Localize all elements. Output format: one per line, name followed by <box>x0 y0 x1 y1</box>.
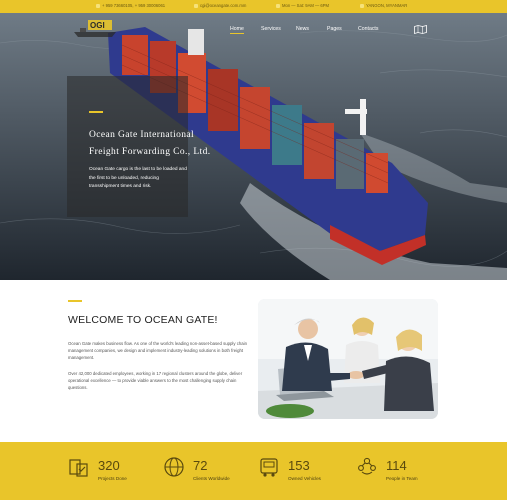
hero-accent-line <box>89 111 103 113</box>
nav-item-home[interactable]: Home <box>230 26 244 32</box>
map-icon[interactable] <box>414 25 427 34</box>
hero-title-line2: Freight Forwarding Co., Ltd. <box>89 147 211 157</box>
hero-title: Ocean Gate International Freight Forward… <box>89 127 239 161</box>
ocean-gate-logo[interactable]: OGI <box>72 16 118 41</box>
location-text: YANGON, MYANMAR <box>366 3 408 8</box>
stat-projects-label: Projects Done <box>98 476 127 481</box>
welcome-paragraph-1: Ocean Gate makes business flow. As one o… <box>68 341 248 360</box>
nav-item-contacts[interactable]: Contacts <box>358 26 378 32</box>
stat-team-value: 114 <box>386 458 407 473</box>
nav-active-indicator <box>230 33 244 34</box>
stat-projects-value: 320 <box>98 458 120 473</box>
welcome-accent-line <box>68 300 82 302</box>
stat-clients-value: 72 <box>193 458 208 473</box>
location-info: YANGON, MYANMAR <box>360 3 407 8</box>
hero-description: Ocean Gate cargo is the last to be loade… <box>89 167 187 189</box>
phone-icon <box>96 3 100 8</box>
email-info[interactable]: cgi@oceangate.com.mm <box>194 3 246 8</box>
stats-section: 320 Projects Done 72 Clients Worldwide 1… <box>0 442 507 500</box>
phone-text: + 959 73660105, + 959 30006061 <box>102 3 166 8</box>
stat-team-label: People in Team <box>386 476 418 481</box>
phone-info: + 959 73660105, + 959 30006061 <box>96 3 165 8</box>
projects-icon <box>69 459 88 477</box>
business-handshake-image <box>258 299 438 419</box>
clock-icon <box>276 3 280 8</box>
stat-clients-label: Clients Worldwide <box>193 476 230 481</box>
globe-icon <box>164 457 184 477</box>
truck-icon <box>260 458 278 477</box>
hero-title-line1: Ocean Gate International <box>89 130 195 140</box>
nav-item-services[interactable]: Services <box>261 26 281 32</box>
team-icon <box>358 457 376 475</box>
welcome-title: WELCOME TO OCEAN GATE! <box>68 314 218 326</box>
welcome-paragraph-2: Over 42,000 dedicated employees, working… <box>68 371 243 390</box>
stat-vehicles-value: 153 <box>288 458 310 473</box>
mail-icon <box>194 3 198 8</box>
hero-section: OGI Home Services News Pages Contacts Oc… <box>0 13 507 280</box>
hours-info: Mon — Sat: 9AM — 6PM <box>276 3 329 8</box>
svg-text:OGI: OGI <box>90 21 105 30</box>
nav-item-news[interactable]: News <box>296 26 309 32</box>
email-text[interactable]: cgi@oceangate.com.mm <box>200 3 246 8</box>
top-info-bar: + 959 73660105, + 959 30006061 cgi@ocean… <box>0 0 507 13</box>
location-pin-icon <box>360 3 364 8</box>
stat-vehicles-label: Owned Vehicles <box>288 476 321 481</box>
hours-text: Mon — Sat: 9AM — 6PM <box>282 3 330 8</box>
nav-item-pages[interactable]: Pages <box>327 26 342 32</box>
